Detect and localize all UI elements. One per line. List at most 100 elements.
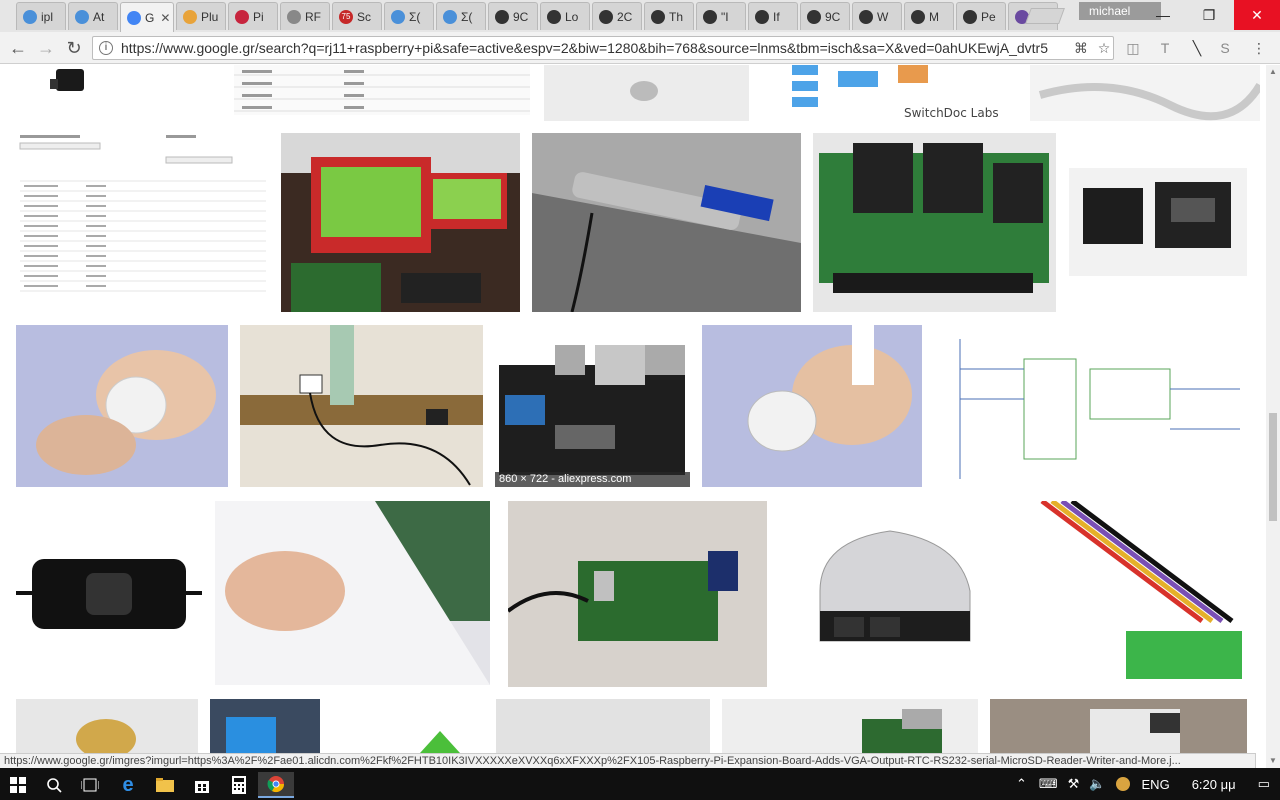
image-result[interactable] [210, 699, 320, 753]
store-icon[interactable] [184, 772, 220, 798]
scrollbar-thumb[interactable] [1269, 413, 1277, 521]
translate-icon[interactable]: ⌘ [1072, 40, 1090, 56]
clock[interactable]: 6:20 μμ [1192, 777, 1236, 792]
tab-favicon-icon [495, 9, 509, 24]
image-results: SwitchDoc Labs 860 × 722 - aliexpress.co… [0, 65, 1266, 753]
notifications-icon[interactable]: ▭ [1258, 776, 1270, 792]
image-result[interactable] [780, 501, 1000, 687]
tab-label: M [929, 9, 939, 24]
tray-overflow-icon[interactable]: ⌃ [1016, 776, 1027, 792]
image-result[interactable] [215, 501, 490, 685]
tab-label: Th [669, 9, 684, 24]
language-indicator[interactable]: ENG [1142, 777, 1170, 792]
browser-tab[interactable]: W [852, 2, 902, 30]
back-button[interactable]: ← [6, 36, 30, 60]
windows-logo-icon [10, 777, 26, 793]
image-result[interactable] [16, 325, 228, 487]
edge-icon[interactable]: e [110, 772, 146, 798]
calculator-icon[interactable] [221, 772, 257, 798]
image-result[interactable] [1030, 65, 1260, 121]
image-result[interactable]: 860 × 722 - aliexpress.com [495, 325, 690, 487]
tab-label: Σ( [461, 9, 473, 24]
browser-tab[interactable]: At [68, 2, 118, 30]
chrome-icon[interactable] [258, 772, 294, 798]
browser-tab[interactable]: If [748, 2, 798, 30]
network-icon[interactable]: ⌨ [1039, 776, 1058, 792]
image-result[interactable] [990, 699, 1247, 753]
new-tab-button[interactable] [1025, 8, 1065, 24]
image-result[interactable] [240, 325, 483, 487]
forward-button[interactable]: → [34, 36, 58, 60]
image-result[interactable] [281, 133, 520, 312]
tab-close-icon[interactable]: ✕ [160, 11, 170, 25]
browser-tab[interactable]: 9C [800, 2, 850, 30]
address-bar[interactable]: i https://www.google.gr/search?q=rj11+ra… [92, 36, 1114, 60]
browser-tab[interactable]: "I [696, 2, 746, 30]
browser-tab[interactable]: Σ( [436, 2, 486, 30]
browser-tab[interactable]: G ✕ [120, 2, 174, 32]
image-result[interactable] [16, 133, 270, 312]
image-result[interactable] [496, 699, 710, 753]
page-info-icon[interactable]: i [99, 41, 113, 55]
tab-label: Lo [565, 9, 579, 24]
bookmark-star-icon[interactable]: ☆ [1095, 40, 1113, 56]
scroll-up-icon[interactable]: ▲ [1266, 65, 1280, 79]
image-result[interactable] [508, 501, 767, 687]
tab-favicon-icon [443, 9, 457, 24]
image-result[interactable]: SwitchDoc Labs [780, 65, 1010, 123]
tab-label: "I [721, 9, 729, 24]
browser-tab[interactable]: 75 Sc [332, 2, 382, 30]
search-icon[interactable] [36, 772, 72, 798]
image-result[interactable] [1069, 168, 1247, 276]
browser-tab[interactable]: Th [644, 2, 694, 30]
image-result[interactable] [702, 325, 922, 487]
text-extension-icon[interactable]: T [1156, 40, 1174, 56]
browser-tab[interactable]: 2C [592, 2, 642, 30]
svg-text:SwitchDoc Labs: SwitchDoc Labs [904, 106, 999, 120]
task-view-icon[interactable] [72, 772, 108, 798]
reload-button[interactable]: ↻ [62, 36, 86, 60]
menu-icon[interactable]: ⋮ [1250, 40, 1268, 56]
image-result[interactable] [544, 65, 749, 121]
skype-extension-icon[interactable]: S [1216, 40, 1234, 56]
browser-tab[interactable]: 9C [488, 2, 538, 30]
tab-label: Pe [981, 9, 996, 24]
browser-tab[interactable]: Pi [228, 2, 278, 30]
tab-label: RF [305, 9, 321, 24]
tab-favicon-icon [807, 9, 821, 24]
image-result[interactable] [813, 133, 1056, 312]
address-url[interactable]: https://www.google.gr/search?q=rj11+rasp… [121, 40, 1048, 56]
browser-tab[interactable]: ipl [16, 2, 66, 30]
browser-tab[interactable]: Plu [176, 2, 226, 30]
browser-tab[interactable]: Pe [956, 2, 1006, 30]
slash-extension-icon[interactable]: ╲ [1188, 40, 1206, 56]
image-result[interactable] [940, 329, 1246, 484]
close-window-button[interactable]: ✕ [1234, 0, 1280, 30]
tab-label: Plu [201, 9, 219, 24]
image-result[interactable] [1022, 501, 1246, 684]
browser-tab[interactable]: Σ( [384, 2, 434, 30]
image-result[interactable] [16, 501, 202, 687]
image-result[interactable] [40, 65, 100, 105]
tab-favicon-icon [755, 9, 769, 24]
camera-extension-icon[interactable]: ◫ [1124, 40, 1142, 56]
browser-tab[interactable]: RF [280, 2, 330, 30]
restore-button[interactable]: ❐ [1186, 0, 1232, 30]
file-explorer-icon[interactable] [147, 772, 183, 798]
vertical-scrollbar[interactable]: ▲ ▼ [1266, 65, 1280, 768]
tab-label: Pi [253, 9, 264, 24]
browser-tab[interactable]: M [904, 2, 954, 30]
image-result[interactable] [16, 699, 198, 753]
volume-icon[interactable]: 🔈 [1089, 776, 1105, 792]
start-button[interactable] [0, 772, 36, 798]
image-result[interactable] [722, 699, 978, 753]
browser-tab[interactable]: Lo [540, 2, 590, 30]
image-result[interactable] [532, 133, 801, 312]
connection-icon[interactable]: ⚒ [1068, 776, 1080, 792]
scroll-down-icon[interactable]: ▼ [1266, 754, 1280, 768]
image-result[interactable] [234, 65, 530, 115]
minimize-button[interactable]: — [1140, 0, 1186, 30]
app-tray-icon[interactable] [1115, 777, 1130, 791]
image-result[interactable] [400, 725, 470, 753]
tab-label: 2C [617, 9, 633, 24]
